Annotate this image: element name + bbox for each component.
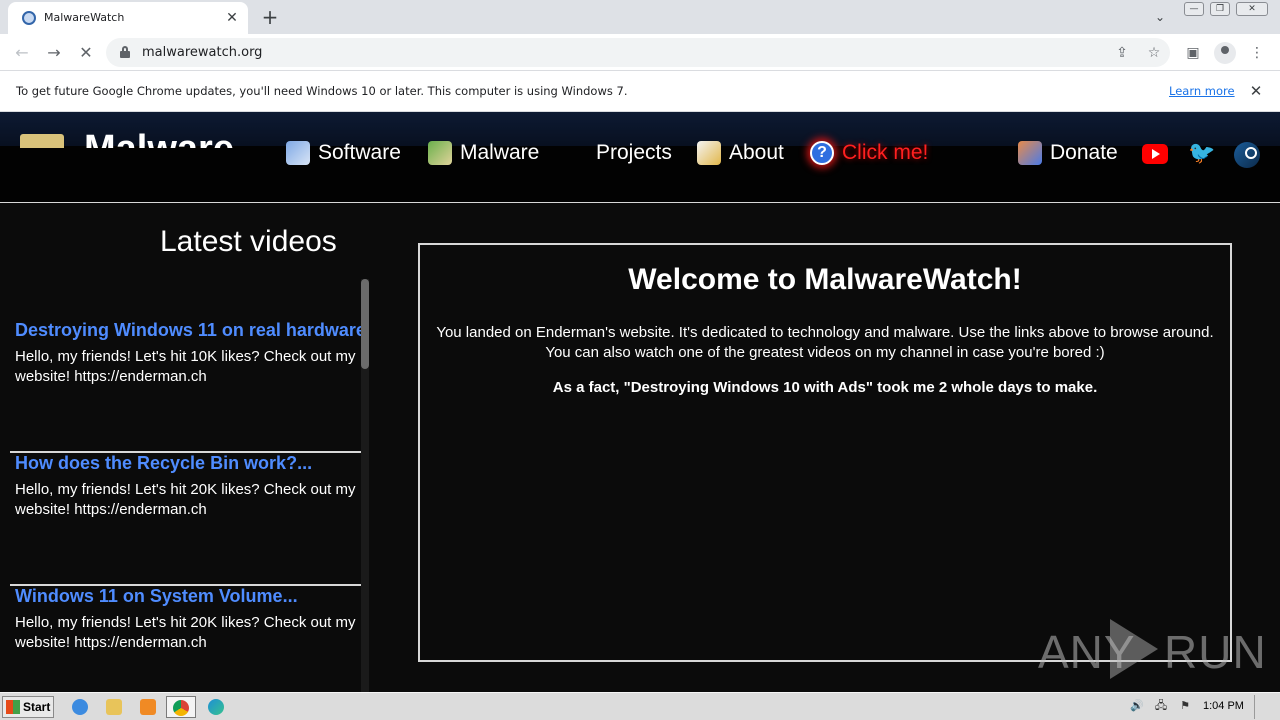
video-item[interactable]: How does the Recycle Bin work?... Hello,… bbox=[10, 453, 362, 586]
youtube-icon[interactable] bbox=[1142, 144, 1168, 164]
internet-explorer-icon bbox=[72, 699, 88, 715]
site-favicon-icon bbox=[22, 11, 36, 25]
nav-click-me-label: Click me! bbox=[842, 141, 929, 164]
browser-menu-icon[interactable]: ⋮ bbox=[1246, 42, 1268, 64]
folder-logo-icon bbox=[20, 134, 64, 148]
software-icon bbox=[286, 141, 310, 165]
tab-strip: MalwareWatch ✕ + ⌄ — ❐ ✕ bbox=[0, 0, 1280, 34]
videos-scrollbar[interactable] bbox=[361, 279, 369, 692]
windows-logo-icon bbox=[6, 700, 20, 714]
browser-toolbar: ← → ✕ malwarewatch.org ⇪ ☆ ▣ ⋮ bbox=[0, 34, 1280, 71]
infobar-message: To get future Google Chrome updates, you… bbox=[16, 84, 628, 98]
media-player-icon bbox=[140, 699, 156, 715]
latest-videos-panel: Latest videos Destroying Windows 11 on r… bbox=[0, 204, 372, 692]
video-description: Hello, my friends! Let's hit 20K likes? … bbox=[15, 481, 356, 518]
welcome-text: You landed on Enderman's website. It's d… bbox=[420, 323, 1230, 363]
donate-icon bbox=[1018, 141, 1042, 165]
video-item[interactable]: Destroying Windows 11 on real hardware H… bbox=[10, 320, 366, 453]
nav-projects[interactable]: Projects bbox=[596, 138, 672, 168]
nav-donate[interactable]: Donate bbox=[1018, 138, 1118, 168]
start-label: Start bbox=[23, 700, 51, 714]
taskbar-app-chrome[interactable] bbox=[166, 696, 196, 718]
site-logo[interactable]: Malware bbox=[20, 128, 250, 148]
nav-about-label: About bbox=[729, 141, 784, 164]
anyrun-watermark: ANY RUN bbox=[1038, 617, 1266, 679]
forward-button[interactable]: → bbox=[42, 41, 66, 65]
bookmark-star-icon[interactable]: ☆ bbox=[1144, 43, 1164, 63]
nav-software[interactable]: Software bbox=[286, 138, 401, 168]
infobar-close-icon[interactable]: ✕ bbox=[1246, 81, 1266, 101]
video-title-link[interactable]: Destroying Windows 11 on real hardware bbox=[15, 320, 366, 341]
new-tab-button[interactable]: + bbox=[258, 5, 282, 29]
video-description: Hello, my friends! Let's hit 10K likes? … bbox=[15, 348, 356, 385]
tab-title: MalwareWatch bbox=[44, 11, 125, 24]
twitter-icon[interactable]: 🐦 bbox=[1188, 143, 1215, 165]
videos-scrollbar-thumb[interactable] bbox=[361, 279, 369, 369]
taskbar-app-file-explorer[interactable] bbox=[102, 696, 126, 718]
network-icon[interactable]: 🖧 bbox=[1152, 698, 1170, 714]
welcome-text-line1: You landed on Enderman's website. It's d… bbox=[436, 324, 1214, 341]
learn-more-link[interactable]: Learn more bbox=[1169, 84, 1235, 98]
nav-donate-label: Donate bbox=[1050, 141, 1118, 164]
action-center-flag-icon[interactable]: ⚑ bbox=[1176, 698, 1194, 714]
windows-taskbar: Start 🔊 🖧 ⚑ 1:04 PM bbox=[0, 692, 1280, 720]
video-item[interactable]: Windows 11 on System Volume... Hello, my… bbox=[10, 586, 362, 692]
nav-click-me[interactable]: ? Click me! bbox=[810, 138, 928, 168]
watermark-text-right: RUN bbox=[1164, 626, 1267, 678]
welcome-fact: As a fact, "Destroying Windows 10 with A… bbox=[552, 379, 1098, 396]
site-header: Malware Software Malware Projects About … bbox=[0, 112, 1280, 203]
welcome-title: Welcome to MalwareWatch! bbox=[628, 263, 1022, 296]
lock-icon[interactable] bbox=[120, 46, 130, 58]
edge-icon bbox=[208, 699, 224, 715]
nav-malware-label: Malware bbox=[460, 141, 540, 164]
play-triangle-icon bbox=[1110, 619, 1158, 679]
profile-avatar-icon[interactable] bbox=[1214, 42, 1236, 64]
site-logo-text: Malware bbox=[84, 128, 234, 148]
side-panel-icon[interactable]: ▣ bbox=[1182, 42, 1204, 64]
stop-loading-button[interactable]: ✕ bbox=[74, 41, 98, 65]
video-title-link[interactable]: Windows 11 on System Volume... bbox=[15, 586, 298, 607]
taskbar-app-internet-explorer[interactable] bbox=[68, 696, 92, 718]
window-close-button[interactable]: ✕ bbox=[1236, 2, 1268, 16]
show-desktop-button[interactable] bbox=[1254, 695, 1255, 719]
address-url[interactable]: malwarewatch.org bbox=[142, 45, 262, 60]
chrome-icon bbox=[173, 700, 189, 716]
video-description: Hello, my friends! Let's hit 20K likes? … bbox=[15, 614, 356, 651]
malware-icon bbox=[428, 141, 452, 165]
nav-software-label: Software bbox=[318, 141, 401, 164]
share-icon[interactable]: ⇪ bbox=[1112, 43, 1132, 63]
tab-search-chevron-icon[interactable]: ⌄ bbox=[1150, 7, 1170, 27]
update-infobar: To get future Google Chrome updates, you… bbox=[0, 71, 1280, 112]
taskbar-clock[interactable]: 1:04 PM bbox=[1203, 700, 1244, 712]
taskbar-app-media-player[interactable] bbox=[136, 696, 160, 718]
nav-about[interactable]: About bbox=[697, 138, 784, 168]
folder-icon bbox=[106, 699, 122, 715]
address-bar[interactable]: malwarewatch.org ⇪ ☆ bbox=[106, 38, 1170, 67]
about-icon bbox=[697, 141, 721, 165]
welcome-panel: Welcome to MalwareWatch! You landed on E… bbox=[418, 243, 1232, 662]
window-restore-button[interactable]: ❐ bbox=[1210, 2, 1230, 16]
nav-malware[interactable]: Malware bbox=[428, 138, 539, 168]
volume-icon[interactable]: 🔊 bbox=[1128, 698, 1146, 714]
welcome-text-line2: You can also watch one of the greatest v… bbox=[545, 344, 1105, 361]
video-title-link[interactable]: How does the Recycle Bin work?... bbox=[15, 453, 312, 474]
help-icon: ? bbox=[810, 141, 834, 165]
taskbar-app-edge[interactable] bbox=[204, 696, 228, 718]
start-button[interactable]: Start bbox=[2, 696, 54, 718]
latest-videos-heading: Latest videos bbox=[160, 225, 337, 258]
page-content: Malware Software Malware Projects About … bbox=[0, 112, 1280, 692]
nav-projects-label: Projects bbox=[596, 141, 672, 164]
window-minimize-button[interactable]: — bbox=[1184, 2, 1204, 16]
back-button[interactable]: ← bbox=[10, 41, 34, 65]
tab-close-icon[interactable]: ✕ bbox=[222, 8, 242, 28]
tab-malwarewatch[interactable]: MalwareWatch ✕ bbox=[8, 2, 248, 34]
steam-icon[interactable] bbox=[1234, 142, 1260, 168]
